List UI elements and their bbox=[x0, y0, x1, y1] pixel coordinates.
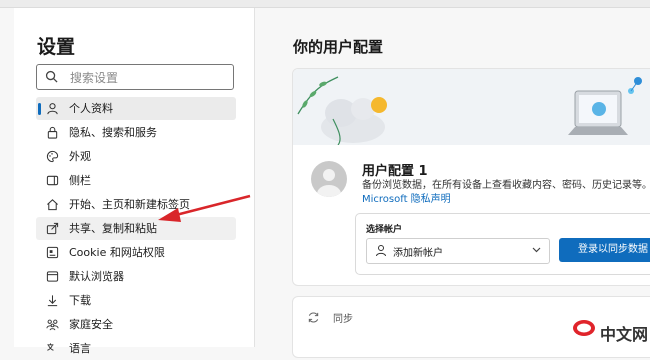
share-icon bbox=[46, 222, 59, 235]
privacy-statement-link[interactable]: Microsoft 隐私声明 bbox=[362, 194, 451, 205]
language-icon bbox=[47, 343, 54, 351]
page-title: 你的用户配置 bbox=[293, 38, 384, 56]
sidebar-item-label: 共享、复制和粘贴 bbox=[69, 222, 157, 235]
account-chooser-label: 选择帐户 bbox=[366, 225, 403, 235]
banner-art bbox=[297, 76, 642, 146]
chevron-down-icon bbox=[532, 247, 541, 253]
settings-sidebar: 设置 搜索设置 个人资料 隐私、搜索和服务 外观 侧栏 开始、主页和新建标签页 … bbox=[14, 8, 255, 355]
sidebar-item-label: 个人资料 bbox=[69, 102, 113, 115]
site-permissions-icon bbox=[46, 246, 59, 259]
sidebar-item-label: 开始、主页和新建标签页 bbox=[69, 198, 190, 211]
watermark-text: 中文网 bbox=[600, 325, 649, 344]
active-indicator bbox=[38, 103, 41, 115]
sync-label: 同步 bbox=[333, 314, 353, 325]
account-chooser: 选择帐户 添加新帐户 登录以同步数据 bbox=[355, 213, 650, 275]
sidebar-item-downloads[interactable]: 下载 bbox=[36, 289, 236, 312]
sidebar-item-label: 侧栏 bbox=[69, 174, 91, 187]
sidebar-item-label: 外观 bbox=[69, 150, 91, 163]
avatar bbox=[311, 161, 347, 197]
sidebar-item-languages[interactable]: 语言 bbox=[36, 337, 236, 360]
person-icon bbox=[376, 245, 386, 257]
search-icon bbox=[45, 70, 58, 83]
avatar-person-icon bbox=[317, 169, 341, 197]
profile-banner-illustration bbox=[293, 69, 650, 146]
home-icon bbox=[47, 199, 58, 211]
window-top-strip bbox=[0, 0, 650, 8]
sidebar-item-label: 语言 bbox=[69, 342, 91, 355]
profile-description: 备份浏览数据，在所有设备上查看收藏内容、密码、历史记录等。 Microsoft … bbox=[362, 179, 650, 207]
sidebar-item-label: Cookie 和网站权限 bbox=[69, 246, 165, 259]
browser-icon bbox=[46, 271, 59, 282]
sidebar-item-share-copy-paste[interactable]: 共享、复制和粘贴 bbox=[36, 217, 236, 240]
sync-icon bbox=[308, 312, 319, 323]
profile-description-text: 备份浏览数据，在所有设备上查看收藏内容、密码、历史记录等。 bbox=[362, 180, 650, 191]
palette-icon bbox=[46, 150, 59, 163]
settings-title: 设置 bbox=[37, 36, 76, 58]
sidebar-item-label: 家庭安全 bbox=[69, 318, 113, 331]
sidebar-item-start-home-newtab[interactable]: 开始、主页和新建标签页 bbox=[36, 193, 236, 216]
person-icon bbox=[47, 103, 58, 115]
watermark: 中文网 bbox=[572, 318, 650, 344]
sidebar-item-sidebar[interactable]: 侧栏 bbox=[36, 169, 236, 192]
download-icon bbox=[47, 295, 58, 307]
sidebar-item-default-browser[interactable]: 默认浏览器 bbox=[36, 265, 236, 288]
profile-name: 用户配置 1 bbox=[362, 164, 428, 179]
search-input[interactable]: 搜索设置 bbox=[36, 64, 234, 90]
sidebar-item-label: 默认浏览器 bbox=[69, 270, 124, 283]
sidebar-item-profile[interactable]: 个人资料 bbox=[36, 97, 236, 120]
sidebar-item-appearance[interactable]: 外观 bbox=[36, 145, 236, 168]
account-select[interactable]: 添加新帐户 bbox=[366, 238, 550, 264]
sign-in-sync-button[interactable]: 登录以同步数据 bbox=[559, 238, 650, 262]
lock-icon bbox=[47, 126, 58, 139]
family-icon bbox=[46, 319, 59, 331]
sidebar-icon bbox=[46, 175, 59, 186]
sidebar-item-label: 隐私、搜索和服务 bbox=[69, 126, 157, 139]
sidebar-item-privacy[interactable]: 隐私、搜索和服务 bbox=[36, 121, 236, 144]
php-logo-icon bbox=[573, 320, 595, 336]
profile-card: 用户配置 1 备份浏览数据，在所有设备上查看收藏内容、密码、历史记录等。 Mic… bbox=[292, 68, 650, 286]
search-placeholder: 搜索设置 bbox=[70, 71, 119, 85]
sidebar-item-label: 下载 bbox=[69, 294, 91, 307]
account-select-value: 添加新帐户 bbox=[393, 248, 443, 259]
sidebar-item-cookies-site-permissions[interactable]: Cookie 和网站权限 bbox=[36, 241, 236, 264]
sidebar-item-family-safety[interactable]: 家庭安全 bbox=[36, 313, 236, 336]
